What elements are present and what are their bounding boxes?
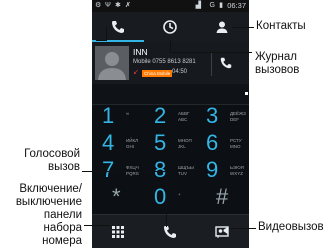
key-digit: 3 — [206, 103, 219, 128]
key-letters-cyrillic: ДЕЁЖЗ — [230, 111, 246, 116]
contact-photo-icon — [98, 52, 126, 80]
key-digit: 8 — [154, 157, 167, 182]
callout-line-contacts — [232, 27, 254, 28]
key-letters-cyrillic: ЬЭЮЯ — [230, 165, 244, 170]
callout-voice-call-line2: вызов — [47, 161, 80, 173]
tab-bar — [92, 12, 249, 43]
sim-badge: China Mobile — [142, 70, 173, 77]
callout-line-call-log-v — [170, 40, 171, 52]
digits-display[interactable] — [92, 84, 249, 105]
key-8[interactable]: 8 ШЩЪЫ TUV — [144, 157, 196, 187]
key-digit: 1 — [102, 103, 115, 128]
key-letters-latin: WXYZ — [230, 171, 243, 176]
callout-dialpad-toggle-line3: панели — [43, 209, 82, 221]
key-digit: 9 — [206, 157, 219, 182]
key-2[interactable]: 2 АБВГ ABC — [144, 103, 196, 133]
callout-dialpad-toggle-line4: набора — [43, 222, 82, 234]
callout-line-call-log-h — [170, 52, 252, 53]
key-digit: * — [112, 184, 121, 209]
dialpad: 1 ∞ 2 АБВГ ABC 3 ДЕЁЖЗ DEF 4 ИЙКЛ GHI 5 … — [92, 103, 249, 214]
bottom-action-bar — [92, 214, 249, 248]
tab-dialer[interactable] — [92, 12, 144, 42]
callout-line-voice-v — [166, 171, 167, 227]
key-letters-cyrillic: РСТУ — [230, 138, 242, 143]
avatar — [95, 46, 129, 80]
key-letters-latin: JKL — [178, 144, 186, 149]
dialpad-icon — [112, 226, 124, 238]
status-time: 06:37 — [227, 1, 246, 10]
callout-dialpad-toggle: Включение/ выключение панели набора номе… — [0, 183, 82, 248]
video-call-button[interactable] — [196, 215, 248, 248]
call-back-icon[interactable] — [219, 56, 233, 70]
key-1[interactable]: 1 ∞ — [92, 103, 144, 133]
key-4[interactable]: 4 ИЙКЛ GHI — [92, 130, 144, 160]
callout-line-voice-h — [82, 171, 166, 172]
video-call-icon — [215, 226, 229, 238]
scroll-indicator — [245, 92, 248, 95]
phone-icon — [164, 226, 176, 238]
callout-dialpad-toggle-line5: номера — [42, 235, 82, 247]
key-digit: # — [216, 184, 229, 209]
phone-screen: ⚙ Ψ ✱ ✗ G ▟ ▮ 06:37 INN Mobile 0755 8613… — [92, 0, 249, 248]
key-7[interactable]: 7 ФХЦЧ PQRS — [92, 157, 144, 187]
key-digit: 6 — [206, 130, 219, 155]
key-letters-latin: DEF — [230, 117, 239, 122]
key-3[interactable]: 3 ДЕЁЖЗ DEF — [196, 103, 248, 133]
key-star[interactable]: * — [92, 184, 144, 214]
key-9[interactable]: 9 ЬЭЮЯ WXYZ — [196, 157, 248, 187]
callout-call-log: Журнал вызовов — [255, 51, 299, 77]
recent-call-number: Mobile 0755 8613 8281 — [133, 59, 196, 65]
usb-icon: Ψ — [105, 2, 111, 9]
key-letters-latin: TUV — [178, 171, 187, 176]
callout-line-dialer-h — [96, 40, 106, 41]
callout-voice-call-line1: Голосовой — [24, 148, 80, 160]
key-digit: 4 — [102, 130, 115, 155]
callout-call-log-line2: вызовов — [255, 64, 300, 76]
key-letters-latin: GHI — [126, 144, 135, 149]
callout-line-video-call — [230, 228, 256, 229]
key-digit: 2 — [154, 103, 167, 128]
key-letters-cyrillic: ФХЦЧ — [126, 165, 139, 170]
key-digit: 0 — [154, 184, 167, 209]
callout-dialpad-toggle-line1: Включение/ — [19, 183, 82, 195]
person-icon — [216, 21, 228, 33]
tty-icon: ⚙ — [95, 2, 102, 9]
key-hash[interactable]: # — [196, 184, 248, 214]
battery-icon: ▮ — [219, 2, 223, 9]
key-letters-latin: ABC — [178, 117, 188, 122]
key-6[interactable]: 6 РСТУ MNO — [196, 130, 248, 160]
key-letters-cyrillic: ШЩЪЫ — [178, 165, 194, 170]
network-type: G — [209, 2, 215, 9]
key-letters-cyrillic: ИЙКЛ — [126, 138, 139, 143]
callout-call-log-line1: Журнал — [255, 51, 297, 63]
key-letters-latin: MNO — [230, 144, 241, 149]
missed-call-arrow-icon: ↙ — [133, 69, 139, 76]
callout-video-call: Видеовызов — [258, 221, 324, 233]
recent-call-name: INN — [133, 47, 148, 57]
voicemail-icon: ∞ — [126, 111, 130, 116]
recent-call-time: 04:50 — [172, 69, 188, 75]
key-digit: 5 — [154, 130, 167, 155]
tab-call-log[interactable] — [144, 12, 196, 42]
debug-icon: ✱ — [115, 2, 121, 9]
key-5[interactable]: 5 МНОП JKL — [144, 130, 196, 160]
signal-icon: ▟ — [195, 2, 201, 9]
clock-icon — [163, 20, 177, 34]
key-0[interactable]: 0 + — [144, 184, 196, 214]
callout-dialpad-toggle-line2: выключение — [15, 196, 82, 208]
key-letters-cyrillic: АБВГ — [178, 111, 190, 116]
callout-voice-call: Голосовой вызов — [0, 148, 80, 174]
phone-icon — [112, 21, 124, 33]
dialpad-toggle-button[interactable] — [92, 215, 144, 248]
key-plus: + — [178, 192, 181, 197]
key-digit: 7 — [102, 157, 115, 182]
key-letters-cyrillic: МНОП — [178, 138, 192, 143]
callout-line-dialpad-toggle — [84, 225, 110, 226]
voice-call-button[interactable] — [144, 215, 196, 248]
callout-contacts: Контакты — [256, 20, 306, 32]
divider — [211, 52, 212, 76]
status-bar: ⚙ Ψ ✱ ✗ G ▟ ▮ 06:37 — [92, 0, 249, 12]
missed-call-icon: ✗ — [125, 2, 131, 9]
callout-line-dialer-v — [106, 26, 107, 41]
